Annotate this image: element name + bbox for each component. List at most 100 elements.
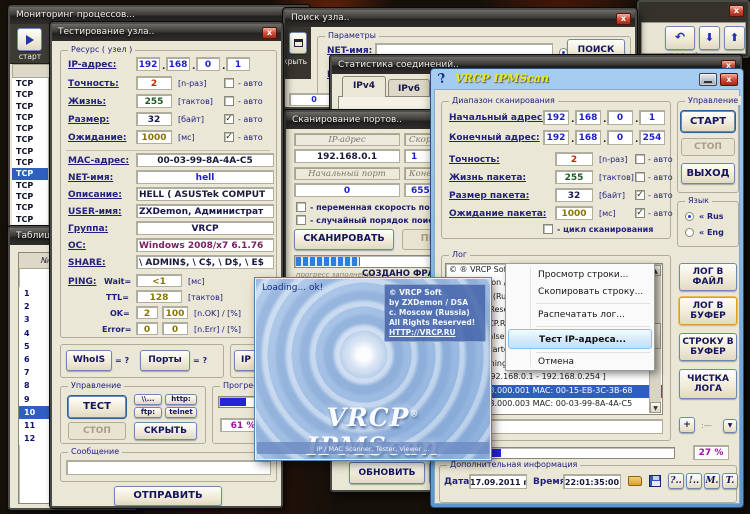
scan-button[interactable]: СКАНИРОВАТЬ — [294, 229, 394, 250]
table-row[interactable]: TCP — [12, 157, 49, 168]
octet-field[interactable]: 1 — [226, 57, 250, 71]
table-row[interactable]: TCP — [12, 202, 49, 213]
info-field[interactable]: 00-03-99-8A-4A-C5 — [136, 153, 274, 167]
menu-item-test-ip[interactable]: Тест IP-адреса... — [508, 329, 652, 349]
octet-field[interactable]: 168 — [575, 110, 601, 125]
menu-item-print-log[interactable]: Распечатать лог... — [508, 307, 652, 323]
octet-field[interactable]: 0 — [196, 57, 220, 71]
auto-checkbox-checked[interactable]: ✓ — [635, 208, 645, 218]
plus-button[interactable]: + — [679, 417, 695, 433]
table-row-selected[interactable]: TCP — [12, 168, 49, 179]
cycle-checkbox[interactable] — [543, 224, 553, 234]
auto-checkbox-checked[interactable]: ✓ — [635, 190, 645, 200]
ip-field[interactable]: 192.168.0.1 — [294, 149, 400, 163]
start-button[interactable] — [17, 28, 42, 51]
param-field[interactable]: 1000 — [555, 206, 593, 220]
ftp-button[interactable]: ftp: — [134, 407, 162, 418]
table-row[interactable]: TCP — [12, 89, 49, 100]
octet-field[interactable]: 0 — [607, 130, 633, 145]
octet-field[interactable]: 0 — [607, 110, 633, 125]
auto-checkbox[interactable] — [224, 96, 234, 106]
dropdown-button[interactable]: ▼ — [723, 419, 737, 433]
arrow-up-icon[interactable]: ⬆ — [724, 26, 745, 50]
telnet-button[interactable]: telnet — [165, 407, 197, 418]
refresh-button[interactable]: ОБНОВИТЬ — [349, 462, 425, 484]
save-log-button[interactable] — [646, 472, 664, 490]
octet-field[interactable]: 192 — [543, 110, 569, 125]
table-row[interactable]: TCP — [12, 134, 49, 145]
auto-checkbox[interactable] — [635, 172, 645, 182]
help-button[interactable]: ?.. — [668, 473, 684, 489]
auto-checkbox-checked[interactable]: ✓ — [224, 114, 234, 124]
t-button[interactable]: T. — [722, 473, 738, 489]
ports-button[interactable]: Порты — [140, 350, 190, 371]
auto-checkbox[interactable] — [635, 154, 645, 164]
exit-button[interactable]: ВЫХОД — [681, 163, 735, 184]
info-field[interactable]: \ ADMIN$, \ C$, \ D$, \ E$ — [136, 255, 274, 269]
param-field[interactable]: 255 — [555, 170, 593, 184]
info-field[interactable]: ZXDemon, Администрат — [136, 204, 274, 218]
about-button[interactable]: !.. — [686, 473, 702, 489]
random-order-checkbox[interactable] — [296, 215, 306, 225]
lang-rus-radio[interactable] — [685, 212, 694, 221]
param-field[interactable]: 32 — [136, 112, 172, 126]
table-row[interactable]: TCP — [12, 146, 49, 157]
http-button[interactable]: http: — [165, 394, 197, 405]
stop-button[interactable]: СТОП — [681, 138, 735, 156]
app-title[interactable]: VRCP IPMScan — [455, 72, 549, 85]
info-field[interactable]: HELL ( ASUSTek COMPUT — [136, 187, 274, 201]
unc-button[interactable]: \\... — [134, 394, 162, 405]
lang-eng-radio[interactable] — [685, 228, 694, 237]
hide-window-button[interactable] — [289, 32, 307, 54]
send-button[interactable]: ОТПРАВИТЬ — [114, 486, 222, 506]
open-log-button[interactable] — [626, 472, 644, 490]
table-row[interactable]: TCP — [12, 101, 49, 112]
test-button[interactable]: ТЕСТ — [68, 396, 126, 418]
table-row[interactable]: TCP — [12, 78, 49, 89]
log-to-file-button[interactable]: ЛОГ В ФАЙЛ — [679, 263, 737, 291]
close-icon[interactable]: x — [729, 5, 744, 17]
info-field[interactable]: Windows 2008/x7 6.1.76 — [136, 238, 274, 252]
param-field[interactable]: 2 — [555, 152, 593, 166]
menu-item-copy-row[interactable]: Скопировать строку... — [508, 284, 652, 300]
start-port-field[interactable]: 0 — [294, 183, 400, 197]
octet-field[interactable]: 168 — [166, 57, 190, 71]
close-icon[interactable]: x — [616, 13, 631, 25]
close-icon[interactable]: x — [720, 73, 738, 86]
auto-checkbox[interactable] — [224, 78, 234, 88]
param-field[interactable]: 2 — [136, 76, 172, 90]
param-field[interactable]: 255 — [136, 94, 172, 108]
minimize-icon[interactable] — [699, 73, 717, 86]
octet-field[interactable]: 1 — [639, 110, 665, 125]
undo-icon[interactable]: ↶ — [665, 26, 695, 50]
octet-field[interactable]: 192 — [543, 130, 569, 145]
close-icon[interactable]: x — [262, 27, 277, 39]
scroll-down-icon[interactable]: ▼ — [650, 402, 661, 413]
table-row[interactable]: TCP — [12, 112, 49, 123]
clear-log-button[interactable]: ЧИСТКА ЛОГА — [679, 369, 737, 399]
variable-speed-checkbox[interactable] — [296, 202, 306, 212]
octet-field[interactable]: 168 — [575, 130, 601, 145]
m-button[interactable]: M. — [704, 473, 720, 489]
tab-ipv6[interactable]: IPv6 — [388, 79, 430, 97]
hide-button[interactable]: СКРЫТЬ — [134, 422, 197, 440]
menu-item-view-row[interactable]: Просмотр строки... — [508, 267, 652, 283]
log-to-clipboard-button[interactable]: ЛОГ В БУФЕР — [679, 297, 737, 325]
row-to-clipboard-button[interactable]: СТРОКУ В БУФЕР — [679, 333, 737, 361]
titlebar[interactable]: Тестирование узла.. — [52, 24, 281, 41]
info-field[interactable]: VRCP — [136, 221, 274, 235]
table-row[interactable]: TCP — [12, 191, 49, 202]
param-field[interactable]: 32 — [555, 188, 593, 202]
octet-field[interactable]: 254 — [639, 130, 665, 145]
info-field[interactable]: hell — [136, 170, 274, 184]
arrow-down-icon[interactable]: ⬇ — [699, 26, 720, 50]
table-row[interactable]: TCP — [12, 123, 49, 134]
octet-field[interactable]: 192 — [136, 57, 160, 71]
message-input[interactable] — [66, 460, 271, 475]
table-row[interactable]: TCP — [12, 180, 49, 191]
titlebar[interactable]: Поиск узла.. — [285, 10, 635, 27]
tab-ipv4[interactable]: IPv4 — [342, 76, 386, 97]
whois-button[interactable]: WhoIS — [66, 350, 112, 371]
start-button[interactable]: СТАРТ — [681, 111, 735, 132]
param-field[interactable]: 1000 — [136, 130, 172, 144]
